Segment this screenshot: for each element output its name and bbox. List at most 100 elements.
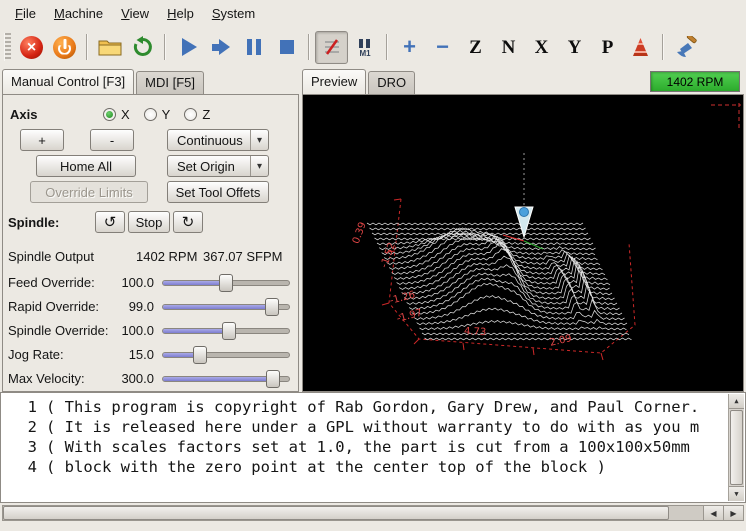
menu-file[interactable]: File <box>6 2 45 25</box>
pause-button[interactable] <box>237 31 270 64</box>
spindle-stop-button[interactable]: Stop <box>128 211 170 233</box>
toolbar-drag-handle[interactable] <box>4 33 11 61</box>
override-row: Override Limits Set Tool Offets <box>3 181 298 205</box>
horizontal-scroll-thumb[interactable] <box>3 506 669 520</box>
slider-thumb[interactable] <box>222 322 236 340</box>
spindle-reverse-button[interactable]: ↺ <box>95 211 125 233</box>
view-perspective-button[interactable]: P <box>591 31 624 64</box>
home-row: Home All Set Origin ▾ <box>3 155 298 179</box>
menu-help[interactable]: Help <box>158 2 203 25</box>
scroll-right-icon[interactable]: ▶ <box>723 506 743 520</box>
axis-option-y[interactable]: Y <box>144 107 171 122</box>
feed-override-slider[interactable] <box>162 274 290 292</box>
tab-manual-control[interactable]: Manual Control [F3] <box>2 69 134 94</box>
gcode-line[interactable]: 3( With scales factors set at 1.0, the p… <box>1 437 745 457</box>
left-tabbar: Manual Control [F3] MDI [F5] <box>2 68 206 94</box>
pause-icon <box>247 39 261 55</box>
view-z-button[interactable]: Z <box>459 31 492 64</box>
jog-mode-value: Continuous <box>177 133 243 148</box>
optional-stop-button[interactable]: M1 <box>348 31 381 64</box>
open-file-button[interactable] <box>93 31 126 64</box>
spindle-row: Spindle: ↺ Stop ↻ <box>3 211 298 237</box>
gcode-line[interactable]: 2( It is released here under a GPL witho… <box>1 417 745 437</box>
toggle-skip-lines-button[interactable] <box>315 31 348 64</box>
gcode-horizontal-scrollbar[interactable]: ◀ ▶ <box>2 505 744 521</box>
spindle-override-slider[interactable] <box>162 322 290 340</box>
set-origin-dropdown[interactable]: Set Origin ▾ <box>167 155 269 177</box>
vertical-scroll-thumb[interactable] <box>730 410 743 485</box>
run-button[interactable] <box>171 31 204 64</box>
jog-plus-button[interactable]: + <box>20 129 64 151</box>
slider-fill <box>163 305 271 309</box>
feed-override-row: Feed Override: 100.0 <box>3 271 298 295</box>
zoom-out-icon: − <box>436 36 449 58</box>
spindle-forward-button[interactable]: ↻ <box>173 211 203 233</box>
run-icon <box>182 38 197 56</box>
scroll-left-icon[interactable]: ◀ <box>703 506 723 520</box>
max-velocity-slider[interactable] <box>162 370 290 388</box>
rapid-override-value: 99.0 <box>98 299 154 314</box>
slider-thumb[interactable] <box>193 346 207 364</box>
linuxcnc-axis-window: File Machine View Help System × M1 + − Z <box>0 0 746 531</box>
optional-stop-m1-icon: M1 <box>355 37 375 57</box>
gcode-line[interactable]: 1( This program is copyright of Rab Gord… <box>1 397 745 417</box>
estop-button[interactable]: × <box>15 31 48 64</box>
axis-option-z[interactable]: Z <box>184 107 210 122</box>
jog-row: + - Continuous ▾ <box>3 129 298 153</box>
chevron-down-icon: ▾ <box>250 130 268 150</box>
axis-label: Axis <box>10 107 37 122</box>
toolbar-separator <box>308 34 310 60</box>
line-number: 4 <box>1 457 37 477</box>
view-z2-button[interactable]: N <box>492 31 525 64</box>
axis-option-x[interactable]: X <box>103 107 130 122</box>
dimension-label: 4.73 <box>464 326 487 338</box>
bounding-box <box>382 199 635 360</box>
view-z2-icon: N <box>502 38 516 57</box>
slider-thumb[interactable] <box>265 298 279 316</box>
jog-rate-slider[interactable] <box>162 346 290 364</box>
zoom-in-button[interactable]: + <box>393 31 426 64</box>
menu-view[interactable]: View <box>112 2 158 25</box>
scroll-up-icon[interactable]: ▲ <box>729 394 744 409</box>
gcode-listing[interactable]: 1( This program is copyright of Rab Gord… <box>0 392 746 503</box>
max-velocity-label: Max Velocity: <box>8 371 85 386</box>
stop-button[interactable] <box>270 31 303 64</box>
tab-preview[interactable]: Preview <box>302 69 366 94</box>
tab-dro[interactable]: DRO <box>368 71 415 94</box>
reload-button[interactable] <box>126 31 159 64</box>
spindle-override-value: 100.0 <box>98 323 154 338</box>
slider-thumb[interactable] <box>219 274 233 292</box>
tab-mdi[interactable]: MDI [F5] <box>136 71 204 94</box>
scroll-down-icon[interactable]: ▼ <box>729 486 744 501</box>
spindle-override-label: Spindle Override: <box>8 323 108 338</box>
jog-minus-button[interactable]: - <box>90 129 134 151</box>
home-all-button[interactable]: Home All <box>36 155 136 177</box>
set-tool-offsets-button[interactable]: Set Tool Offets <box>167 181 269 203</box>
clear-plot-button[interactable] <box>669 31 702 64</box>
view-perspective-icon: P <box>602 38 614 57</box>
view-x-button[interactable]: X <box>525 31 558 64</box>
gcode-vertical-scrollbar[interactable]: ▲ ▼ <box>728 394 744 501</box>
machine-power-button[interactable] <box>48 31 81 64</box>
menu-system[interactable]: System <box>203 2 264 25</box>
spindle-reverse-icon: ↺ <box>104 213 117 231</box>
zoom-out-button[interactable]: − <box>426 31 459 64</box>
chevron-down-icon: ▾ <box>250 156 268 176</box>
line-text: ( block with the zero point at the cente… <box>46 457 606 477</box>
svg-text:M1: M1 <box>359 49 371 57</box>
slider-thumb[interactable] <box>266 370 280 388</box>
menu-machine[interactable]: Machine <box>45 2 112 25</box>
toolbar-separator <box>164 34 166 60</box>
view-y-button[interactable]: Y <box>558 31 591 64</box>
rapid-override-slider[interactable] <box>162 298 290 316</box>
preview-canvas[interactable]: 0.39 -1.52 -1.26 -1.97 4.73 2.09 <box>302 94 744 392</box>
step-button[interactable] <box>204 31 237 64</box>
gcode-line[interactable]: 4 ( block with the zero point at the cent… <box>1 457 745 477</box>
jog-mode-dropdown[interactable]: Continuous ▾ <box>167 129 269 151</box>
line-text: ( This program is copyright of Rab Gordo… <box>46 397 699 417</box>
scroll-track[interactable] <box>669 506 703 520</box>
rotate-view-button[interactable] <box>624 31 657 64</box>
override-limits-button[interactable]: Override Limits <box>30 181 148 203</box>
view-x-icon: X <box>535 38 549 57</box>
max-velocity-value: 300.0 <box>98 371 154 386</box>
